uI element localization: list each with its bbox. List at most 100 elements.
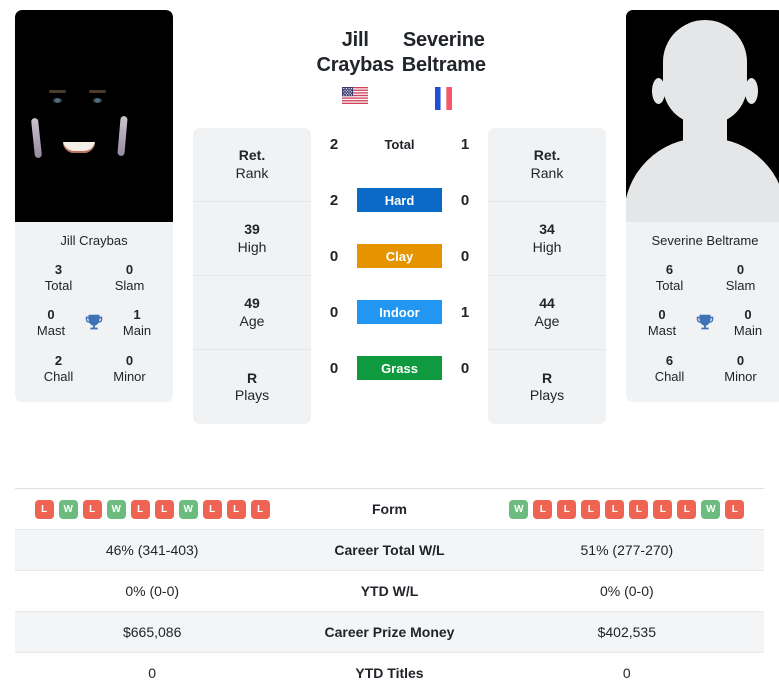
h2h-left-score: 0 xyxy=(329,303,339,321)
h2h-right-score: 0 xyxy=(460,191,470,209)
left-stat-column: Ret. Rank 39 High 49 Age R Plays xyxy=(193,128,311,424)
h2h-right-score: 0 xyxy=(460,359,470,377)
achievement-row: 2 Chall 0 Minor xyxy=(21,349,167,395)
h2h-row-indoor: 0 Indoor 1 xyxy=(311,284,488,340)
left-career-prize-money: $665,086 xyxy=(122,624,182,640)
achievement-total: 3 Total xyxy=(44,261,73,293)
right-form-cell: WLLLLLLLWL xyxy=(490,489,764,530)
form-badge-loss[interactable]: L xyxy=(653,499,673,519)
h2h-left-score: 2 xyxy=(329,135,339,153)
table-row-ytd-titles: 0 YTD Titles 0 xyxy=(15,652,764,694)
achievement-mast: 0 Mast xyxy=(647,307,677,339)
trophy-icon xyxy=(690,312,720,334)
achievement-mast: 0 Mast xyxy=(36,307,66,339)
table-row-ytd-wl: 0% (0-0) YTD W/L 0% (0-0) xyxy=(15,570,764,612)
h2h-row-clay: 0 Clay 0 xyxy=(311,228,488,284)
form-badge-loss[interactable]: L xyxy=(130,499,150,519)
form-badge-loss[interactable]: L xyxy=(250,499,270,519)
left-form-strip: LWLWLLWLLL xyxy=(19,499,285,519)
stat-high: 34 High xyxy=(488,202,606,276)
achievement-row: 3 Total 0 Slam xyxy=(21,258,167,304)
stat-age: 44 Age xyxy=(488,276,606,350)
h2h-left-score: 2 xyxy=(329,191,339,209)
table-row-form: LWLWLLWLLL Form WLLLLLLLWL xyxy=(15,488,764,530)
surface-badge-hard[interactable]: Hard xyxy=(357,188,442,212)
achievement-main: 1 Main xyxy=(122,307,152,339)
left-player-photo-caption: Jill Craybas xyxy=(60,233,128,248)
stat-rank: Ret. Rank xyxy=(488,128,606,202)
achievement-row: 6 Total 0 Slam xyxy=(632,258,778,304)
h2h-row-total: 2 Total 1 xyxy=(311,116,488,172)
table-row-career-total-wl: 46% (341-403) Career Total W/L 51% (277-… xyxy=(15,529,764,571)
right-ytd-wl: 0% (0-0) xyxy=(599,583,654,599)
form-badge-loss[interactable]: L xyxy=(82,499,102,519)
form-badge-win[interactable]: W xyxy=(106,499,126,519)
left-ytd-wl: 0% (0-0) xyxy=(125,583,180,599)
stat-plays: R Plays xyxy=(529,369,565,404)
form-badge-loss[interactable]: L xyxy=(677,499,697,519)
achievement-minor: 0 Minor xyxy=(724,352,757,384)
achievement-main: 0 Main xyxy=(733,307,763,339)
achievement-row: 0 Mast 0 Main xyxy=(632,303,778,349)
surface-badge-grass[interactable]: Grass xyxy=(357,356,442,380)
form-badge-win[interactable]: W xyxy=(58,499,78,519)
achievement-chall: 6 Chall xyxy=(654,352,685,384)
form-badge-loss[interactable]: L xyxy=(154,499,174,519)
head-to-head-column: Jill Craybas Severine Beltrame 2 Total 1… xyxy=(311,10,488,396)
row-label-career-prize-money: Career Prize Money xyxy=(324,624,455,640)
form-badge-loss[interactable]: L xyxy=(533,499,553,519)
form-badge-loss[interactable]: L xyxy=(581,499,601,519)
h2h-label: Total xyxy=(384,136,415,152)
form-badge-loss[interactable]: L xyxy=(202,499,222,519)
achievement-minor: 0 Minor xyxy=(113,352,146,384)
stat-high: 39 High xyxy=(193,202,311,276)
row-label-form: Form xyxy=(371,501,407,517)
right-form-strip: WLLLLLLLWL xyxy=(494,499,760,519)
h2h-row-hard: 2 Hard 0 xyxy=(311,172,488,228)
form-badge-loss[interactable]: L xyxy=(725,499,745,519)
comparison-table: LWLWLLWLLL Form WLLLLLLLWL 46% (341-403)… xyxy=(15,488,764,694)
h2h-left-score: 0 xyxy=(329,247,339,265)
h2h-left-score: 0 xyxy=(329,359,339,377)
form-badge-win[interactable]: W xyxy=(509,499,529,519)
player-comparison-page: Jill Craybas 3 Total 0 Slam 0 Mast 1 Mai… xyxy=(0,0,779,699)
achievement-chall: 2 Chall xyxy=(43,352,74,384)
left-ytd-titles: 0 xyxy=(148,665,157,682)
left-player-card[interactable]: Jill Craybas 3 Total 0 Slam 0 Mast 1 Mai… xyxy=(15,10,173,403)
form-badge-loss[interactable]: L xyxy=(226,499,246,519)
surface-badge-indoor[interactable]: Indoor xyxy=(357,300,442,324)
right-career-prize-money: $402,535 xyxy=(597,624,657,640)
h2h-right-score: 1 xyxy=(460,135,470,153)
stat-rank: Ret. Rank xyxy=(193,128,311,202)
right-player-card[interactable]: Severine Beltrame 6 Total 0 Slam 0 Mast … xyxy=(626,10,779,403)
achievement-slam: 0 Slam xyxy=(725,261,756,293)
right-player-photo xyxy=(626,10,779,222)
form-badge-win[interactable]: W xyxy=(178,499,198,519)
h2h-right-score: 1 xyxy=(460,303,470,321)
achievement-slam: 0 Slam xyxy=(114,261,145,293)
form-badge-loss[interactable]: L xyxy=(629,499,649,519)
comparison-header: Jill Craybas 3 Total 0 Slam 0 Mast 1 Mai… xyxy=(0,0,779,470)
form-badge-loss[interactable]: L xyxy=(557,499,577,519)
stat-plays: R Plays xyxy=(234,369,270,404)
achievement-row: 6 Chall 0 Minor xyxy=(632,349,778,395)
left-career-total-wl: 46% (341-403) xyxy=(105,542,199,558)
left-player-name-block: Jill Craybas xyxy=(311,10,400,110)
stat-age: 49 Age xyxy=(193,276,311,350)
achievement-row: 0 Mast 1 Main xyxy=(21,303,167,349)
h2h-right-score: 0 xyxy=(460,247,470,265)
left-stat-card: Ret. Rank 39 High 49 Age R Plays xyxy=(193,128,311,424)
right-stat-column: Ret. Rank 34 High 44 Age R Plays xyxy=(488,128,606,424)
achievement-total: 6 Total xyxy=(655,261,684,293)
right-career-total-wl: 51% (277-270) xyxy=(580,542,674,558)
form-badge-win[interactable]: W xyxy=(701,499,721,519)
row-label-ytd-titles: YTD Titles xyxy=(355,665,424,682)
form-badge-loss[interactable]: L xyxy=(605,499,625,519)
surface-breakdown: 2 Total 1 2 Hard 0 0 Clay 0 0 Indoor 1 0… xyxy=(311,116,488,396)
right-player-name[interactable]: Severine Beltrame xyxy=(400,28,489,78)
left-player-column: Jill Craybas 3 Total 0 Slam 0 Mast 1 Mai… xyxy=(15,10,173,403)
left-player-photo xyxy=(15,10,173,222)
left-player-name[interactable]: Jill Craybas xyxy=(311,28,400,78)
form-badge-loss[interactable]: L xyxy=(34,499,54,519)
surface-badge-clay[interactable]: Clay xyxy=(357,244,442,268)
